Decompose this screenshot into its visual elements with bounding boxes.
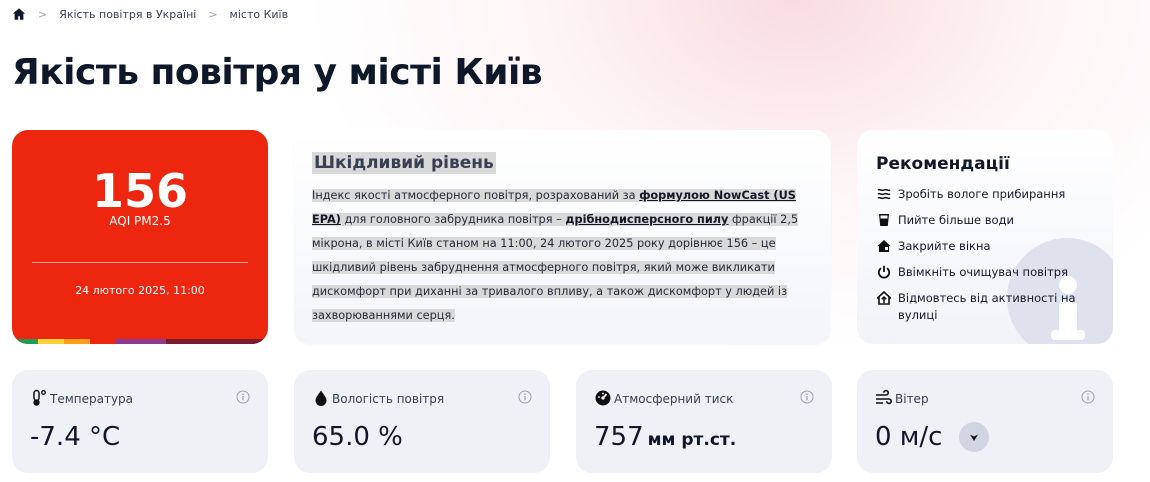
breadcrumb-separator: > (208, 7, 218, 21)
recommendation-label: Зробіть вологе прибирання (898, 187, 1066, 201)
aqi-label: AQI PM2.5 (109, 214, 171, 228)
scale-moderate (38, 339, 64, 344)
breadcrumb-separator: > (38, 7, 48, 21)
power-icon (876, 264, 892, 280)
gauge-icon (594, 389, 612, 407)
recommendation-item: Пийте більше води (876, 212, 1096, 229)
scale-hazardous (166, 339, 268, 344)
aqi-datetime: 24 лютого 2025, 11:00 (75, 284, 205, 297)
recommendation-item: Відмовтесь від активності на вулиці (876, 290, 1096, 324)
info-icon[interactable] (518, 389, 532, 404)
breadcrumb-item-ukraine[interactable]: Якість повітря в Україні (59, 8, 196, 21)
temperature-label: Температура (50, 392, 134, 406)
recommendations-title: Рекомендації (876, 154, 1010, 174)
recommendations-list: Зробіть вологе прибирання Пийте більше в… (876, 186, 1096, 333)
page-title: Якість повітря у місті Київ (12, 52, 543, 93)
glass-icon (876, 212, 892, 228)
humidity-card: Вологість повітря 65.0 % (294, 370, 550, 473)
wind-card: Вітер 0 м/с (857, 370, 1113, 473)
aqi-description-text: Індекс якості атмосферного повітря, розр… (312, 184, 814, 328)
pressure-unit: мм рт.ст. (647, 430, 737, 450)
scale-good (12, 339, 38, 344)
aqi-level-title: Шкідливий рівень (312, 152, 496, 174)
recommendation-label: Пийте більше води (898, 213, 1014, 227)
description-text-part: для головного забрудника повітря – (340, 213, 566, 226)
wind-icon (875, 389, 893, 407)
info-icon[interactable] (800, 389, 814, 404)
breadcrumb: > Якість повітря в Україні > місто Київ (12, 6, 288, 22)
humidity-value: 65.0 % (312, 422, 403, 452)
recommendation-item: Зробіть вологе прибирання (876, 186, 1096, 203)
recommendation-label: Ввімкніть очищувач повітря (898, 265, 1068, 279)
humidity-label: Вологість повітря (332, 392, 445, 406)
chevron-down-icon (959, 422, 989, 452)
pressure-number: 757 (594, 422, 644, 452)
recommendation-label: Відмовтесь від активності на вулиці (898, 291, 1076, 322)
thermometer-icon (30, 389, 48, 407)
info-icon[interactable] (1081, 389, 1095, 404)
pressure-label: Атмосферний тиск (614, 392, 734, 406)
scale-unhealthy (90, 339, 116, 344)
pressure-card: Атмосферний тиск 757 мм рт.ст. (576, 370, 832, 473)
wind-value: 0 м/с (875, 422, 943, 452)
aqi-value: 156 (91, 164, 189, 218)
waves-icon (876, 186, 892, 202)
home-icon[interactable] (12, 7, 26, 21)
info-icon[interactable] (236, 389, 250, 404)
description-text-part: Індекс якості атмосферного повітря, розр… (312, 189, 640, 202)
home-exit-icon (876, 290, 892, 306)
recommendation-item: Ввімкніть очищувач повітря (876, 264, 1096, 281)
recommendations-card: Рекомендації Зробіть вологе прибирання П… (857, 130, 1113, 344)
pressure-value: 757 мм рт.ст. (594, 422, 736, 452)
breadcrumb-item-kyiv: місто Київ (229, 7, 289, 21)
aqi-card: 156 AQI PM2.5 24 лютого 2025, 11:00 (12, 130, 268, 344)
aqi-scale-bar (12, 339, 268, 344)
house-icon (876, 238, 892, 254)
temperature-value: -7.4 °C (30, 422, 121, 452)
recommendation-label: Закрийте вікна (898, 239, 991, 253)
scale-very-unhealthy (116, 339, 166, 344)
droplet-icon (312, 389, 330, 407)
scale-sensitive (64, 339, 90, 344)
temperature-card: Температура -7.4 °C (12, 370, 268, 473)
wind-label: Вітер (895, 392, 929, 406)
description-text-part: фракції 2,5 мікрона, в місті Київ станом… (312, 213, 799, 322)
pm25-link[interactable]: дрібнодисперсного пилу (565, 213, 728, 226)
divider (32, 262, 248, 263)
recommendation-item: Закрийте вікна (876, 238, 1096, 255)
aqi-description-card: Шкідливий рівень Індекс якості атмосферн… (294, 130, 831, 344)
